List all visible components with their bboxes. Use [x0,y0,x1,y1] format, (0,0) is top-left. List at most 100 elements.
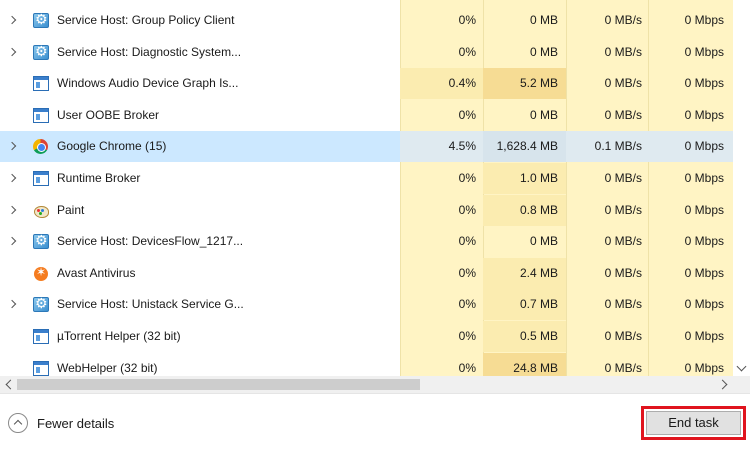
network-value: 0 Mbps [684,44,724,59]
collapse-chevron-icon[interactable] [8,413,28,433]
window-app-icon [33,360,49,376]
process-row[interactable]: Service Host: Group Policy Client 0% 0 MB 0… [0,5,750,36]
scroll-down-arrow-icon[interactable] [733,360,750,377]
process-row[interactable]: User OOBE Broker 0% 0 MB 0 MB/s 0 Mbps [0,100,750,131]
process-row[interactable]: Service Host: DevicesFlow_1217... 0% 0 MB 0… [0,226,750,257]
scroll-right-arrow-icon[interactable] [716,376,733,393]
window-app-icon [33,76,49,92]
horizontal-scroll-thumb[interactable] [17,379,420,390]
window-app-icon [33,171,49,186]
process-name: Service Host: Diagnostic System... [57,44,242,59]
cpu-value: 0% [458,360,476,375]
network-value: 0 Mbps [684,297,724,312]
process-name: µTorrent Helper (32 bit) [57,329,181,343]
window-app-icon [33,107,49,123]
process-row[interactable]: Windows Audio Device Graph Is... 0.4% 5.2 … [0,68,750,100]
cpu-value: 0.4% [448,76,476,91]
cpu-value: 0% [458,13,476,27]
network-value: 0 Mbps [684,329,724,343]
cpu-value: 0% [458,297,476,312]
process-name: Windows Audio Device Graph Is... [57,76,239,91]
process-name: Paint [57,202,85,217]
vertical-scrollbar[interactable] [733,0,750,378]
disk-value: 0 MB/s [604,171,642,185]
process-table: Service Host: Group Policy Client 0% 0 MB 0… [0,0,750,378]
memory-value: 0 MB [529,234,558,249]
memory-value: 5.2 MB [519,76,558,91]
process-row[interactable]: Runtime Broker 0% 1.0 MB 0 MB/s 0 Mbps [0,163,750,194]
process-name: Google Chrome (15) [57,139,167,154]
network-value: 0 Mbps [684,76,724,91]
end-task-button[interactable]: End task [646,411,741,435]
cpu-value: 0% [458,44,476,59]
expand-chevron-icon[interactable] [8,234,18,248]
network-value: 0 Mbps [684,139,724,154]
disk-value: 0.1 MB/s [594,139,642,154]
gear-icon [33,12,49,28]
expand-chevron-icon[interactable] [8,139,18,153]
gear-icon [33,44,49,60]
expand-chevron-icon[interactable] [8,45,18,59]
cpu-value: 4.5% [448,139,476,154]
network-value: 0 Mbps [684,234,724,249]
scrollbar-corner [733,376,750,393]
process-row[interactable]: Avast Antivirus 0% 2.4 MB 0 MB/s 0 Mbps [0,257,750,289]
process-name: Avast Antivirus [57,265,136,280]
horizontal-scrollbar[interactable] [0,376,733,393]
process-row[interactable]: Service Host: Diagnostic System... 0% 0 MB… [0,37,750,68]
memory-value: 2.4 MB [519,265,558,280]
process-name: User OOBE Broker [57,107,160,122]
avast-icon [33,265,49,281]
network-value: 0 Mbps [684,202,724,217]
fewer-details-link[interactable]: Fewer details [37,416,114,431]
memory-value: 0.5 MB [519,329,558,343]
network-value: 0 Mbps [684,171,724,185]
scroll-left-arrow-icon[interactable] [0,376,17,393]
process-row[interactable]: WebHelper (32 bit) 0% 24.8 MB 0 MB/s 0 Mbps [0,352,750,378]
process-name: Runtime Broker [57,171,141,185]
expand-chevron-icon[interactable] [8,297,18,311]
cpu-value: 0% [458,107,476,122]
disk-value: 0 MB/s [604,265,642,280]
disk-value: 0 MB/s [604,360,642,375]
network-value: 0 Mbps [684,360,724,375]
disk-value: 0 MB/s [604,44,642,59]
cpu-value: 0% [458,265,476,280]
process-name: Service Host: DevicesFlow_1217... [57,234,244,249]
expand-chevron-icon[interactable] [8,203,18,217]
memory-value: 0 MB [529,44,558,59]
paint-icon [33,203,49,218]
memory-value: 0.8 MB [519,202,558,217]
process-name: WebHelper (32 bit) [57,360,158,375]
disk-value: 0 MB/s [604,202,642,217]
disk-value: 0 MB/s [604,107,642,122]
cpu-value: 0% [458,329,476,343]
chrome-icon [33,139,48,155]
network-value: 0 Mbps [684,265,724,280]
disk-value: 0 MB/s [604,297,642,312]
expand-chevron-icon[interactable] [8,13,18,27]
process-row[interactable]: Paint 0% 0.8 MB 0 MB/s 0 Mbps [0,194,750,226]
memory-value: 0 MB [529,107,558,122]
cpu-value: 0% [458,234,476,249]
cpu-value: 0% [458,171,476,185]
process-name: Service Host: Unistack Service G... [57,297,244,312]
memory-value: 24.8 MB [513,360,558,375]
disk-value: 0 MB/s [604,234,642,249]
cpu-value: 0% [458,202,476,217]
process-row[interactable]: µTorrent Helper (32 bit) 0% 0.5 MB 0 MB/s 0 … [0,321,750,352]
network-value: 0 Mbps [684,107,724,122]
memory-value: 0.7 MB [519,297,558,312]
memory-value: 1.0 MB [519,171,558,185]
expand-chevron-icon[interactable] [8,171,18,185]
process-row[interactable]: Service Host: Unistack Service G... 0% 0.7… [0,289,750,321]
disk-value: 0 MB/s [604,13,642,27]
network-value: 0 Mbps [684,13,724,27]
footer-bar: Fewer details End task [0,393,750,450]
disk-value: 0 MB/s [604,76,642,91]
gear-icon [33,296,49,313]
window-app-icon [33,329,49,344]
process-row[interactable]: Google Chrome (15) 4.5% 1,628.4 MB 0.1 MB/s… [0,131,750,163]
process-name: Service Host: Group Policy Client [57,13,235,27]
memory-value: 0 MB [529,13,558,27]
